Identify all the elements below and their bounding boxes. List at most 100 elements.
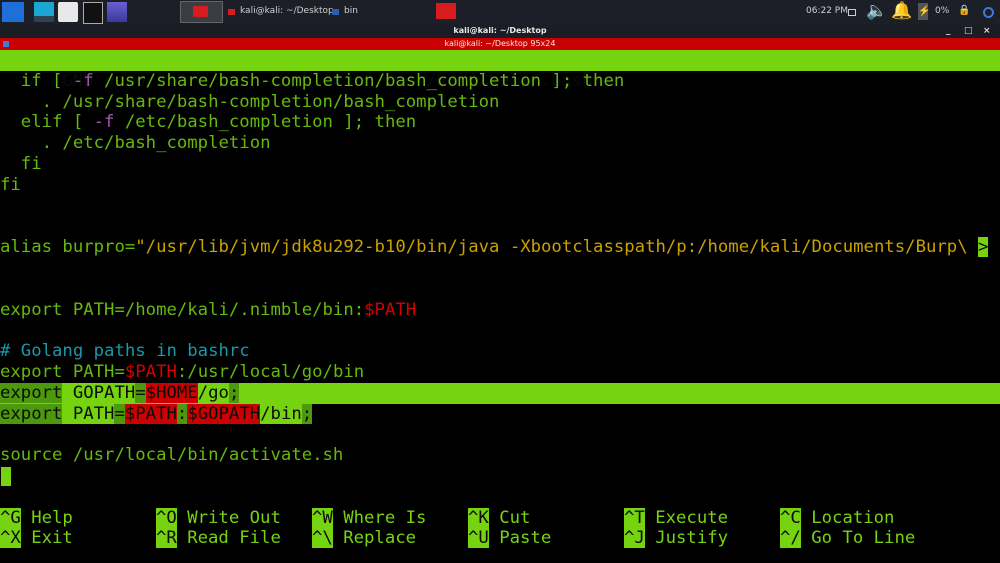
shortcut-key: ^K [468, 507, 489, 528]
code-line: fi [0, 154, 42, 174]
task-thumbnail[interactable] [180, 1, 223, 23]
shortcut-key: ^C [780, 507, 801, 528]
lock-icon[interactable]: 🔒 [958, 5, 970, 16]
variable: $HOME [145, 382, 198, 403]
code-text: -f [72, 70, 94, 91]
code-text: :/usr/local/go/bin [176, 362, 365, 382]
task-terminal-icon [228, 9, 235, 15]
shortcut-key: ^W [312, 507, 333, 528]
code-line: . /usr/share/bash-completion/bash_comple… [0, 91, 500, 112]
shortcut-read-file[interactable]: ^R Read File [156, 528, 312, 549]
code-text: alias burpro= [0, 237, 136, 258]
task-terminal[interactable]: kali@kali: ~/Desktop [240, 6, 334, 16]
show-desktop-icon[interactable] [34, 2, 54, 22]
shortcut-key: ^T [624, 507, 645, 528]
shortcut-key: ^/ [780, 528, 801, 549]
shortcut-label: Help [31, 507, 73, 528]
terminal-tab-bar: kali@kali: ~/Desktop 95x24 [0, 38, 1000, 50]
battery-percent: 0% [935, 6, 950, 16]
code-line: export PATH=$PATH:/usr/local/go/bin [0, 362, 1000, 383]
variable: $PATH [124, 403, 177, 424]
display-icon[interactable] [848, 9, 856, 16]
shortcut-label: Cut [499, 507, 531, 528]
task-bin[interactable]: bin [344, 6, 358, 16]
selected-line: export GOPATH=$HOME/go; [0, 382, 1000, 404]
window-title: kali@kali: ~/Desktop [453, 26, 547, 35]
text-cursor [1, 467, 11, 486]
shortcut-label: Write Out [187, 507, 281, 528]
code-line: export PATH=/home/kali/.nimble/bin:$PATH [0, 300, 1000, 321]
terminal-icon[interactable] [83, 2, 103, 24]
code-line: fi [0, 174, 21, 195]
comment-line: # Golang paths in bashrc [0, 341, 250, 362]
code-text: export PATH= [0, 362, 125, 382]
shortcut-label: Read File [187, 528, 281, 549]
shortcut-key: ^X [0, 528, 21, 549]
shortcut-key: ^R [156, 528, 177, 549]
shortcut-label: Location [811, 507, 895, 528]
maximize-button[interactable]: □ [964, 26, 973, 36]
shortcut-key: ^\ [312, 528, 333, 549]
code-text: GOPATH [62, 382, 136, 403]
code-text: -f [93, 112, 115, 133]
shortcut-cut[interactable]: ^K Cut [468, 507, 624, 529]
code-text: export PATH=/home/kali/.nimble/bin: [0, 299, 365, 320]
code-text: if [ [0, 70, 73, 91]
shortcut-go-to-line[interactable]: ^/ Go To Line [780, 528, 936, 549]
shortcut-write-out[interactable]: ^O Write Out [156, 507, 312, 529]
shortcut-key: ^U [468, 528, 489, 549]
shortcut-paste[interactable]: ^U Paste [468, 528, 624, 549]
code-line: alias burpro="/usr/lib/jvm/jdk8u292-b10/… [0, 237, 1000, 258]
shortcut-replace[interactable]: ^\ Replace [312, 528, 468, 549]
code-line: source /usr/local/bin/activate.sh [0, 445, 344, 466]
line-continues-marker: > [978, 237, 989, 258]
code-text: /etc/bash_completion ]; then [114, 112, 417, 133]
terminal-tab-title: kali@kali: ~/Desktop 95x24 [444, 39, 556, 48]
code-line: if [ -f /usr/share/bash-completion/bash_… [0, 71, 1000, 92]
close-button[interactable]: × [983, 26, 991, 36]
variable: $GOPATH [187, 403, 261, 424]
code-text: ; [228, 382, 240, 403]
variable: $PATH [124, 362, 177, 382]
screen-recorder-icon[interactable] [107, 2, 127, 22]
shortcut-label: Exit [31, 528, 73, 549]
code-text: /go [197, 382, 229, 403]
shortcut-key: ^J [624, 528, 645, 549]
shortcut-location[interactable]: ^C Location [780, 507, 936, 529]
shortcut-key: ^O [156, 507, 177, 528]
variable: $PATH [364, 299, 417, 320]
shortcut-key: ^G [0, 507, 21, 528]
code-text: = [114, 403, 125, 424]
shortcut-label: Go To Line [811, 528, 916, 549]
shortcut-execute[interactable]: ^T Execute [624, 507, 780, 529]
code-text: /bin [260, 403, 302, 424]
code-line: . /etc/bash_completion [0, 133, 271, 154]
shortcut-exit[interactable]: ^X Exit [0, 528, 156, 549]
battery-icon[interactable]: ⚡ [918, 3, 930, 20]
file-manager-icon[interactable] [58, 2, 78, 22]
power-icon[interactable] [983, 7, 994, 18]
shortcut-justify[interactable]: ^J Justify [624, 528, 780, 549]
notification-bell-icon[interactable]: 🔔 [891, 1, 912, 21]
selected-line: export PATH=$PATH:$GOPATH/bin; [0, 403, 1000, 425]
shortcut-help[interactable]: ^G Help [0, 507, 156, 529]
shortcut-label: Paste [499, 528, 552, 549]
shortcut-label: Where Is [343, 507, 427, 528]
shortcut-where-is[interactable]: ^W Where Is [312, 507, 468, 529]
window-titlebar[interactable]: kali@kali: ~/Desktop _ □ × [0, 25, 1000, 38]
nano-editor[interactable]: GNU nano 5.9/home/kali/.bashrc if [ -f /… [0, 50, 1000, 563]
string-literal: "/usr/lib/jvm/jdk8u292-b10/bin/java -Xbo… [135, 237, 979, 258]
code-text: = [135, 382, 146, 403]
shortcut-label: Execute [655, 507, 729, 528]
clock[interactable]: 06:22 PM [806, 6, 848, 16]
task-folder-icon [332, 9, 339, 15]
kali-menu-icon[interactable] [2, 2, 24, 22]
code-text: : [176, 403, 188, 424]
shortcut-label: Replace [343, 528, 417, 549]
workspace-thumbnail[interactable] [436, 3, 456, 19]
code-text: elif [ [0, 112, 94, 133]
minimize-button[interactable]: _ [946, 26, 951, 36]
nano-title-bar: GNU nano 5.9/home/kali/.bashrc [0, 50, 1000, 91]
volume-icon[interactable]: 🔈 [866, 1, 887, 21]
code-text: /usr/share/bash-completion/bash_completi… [93, 70, 625, 91]
